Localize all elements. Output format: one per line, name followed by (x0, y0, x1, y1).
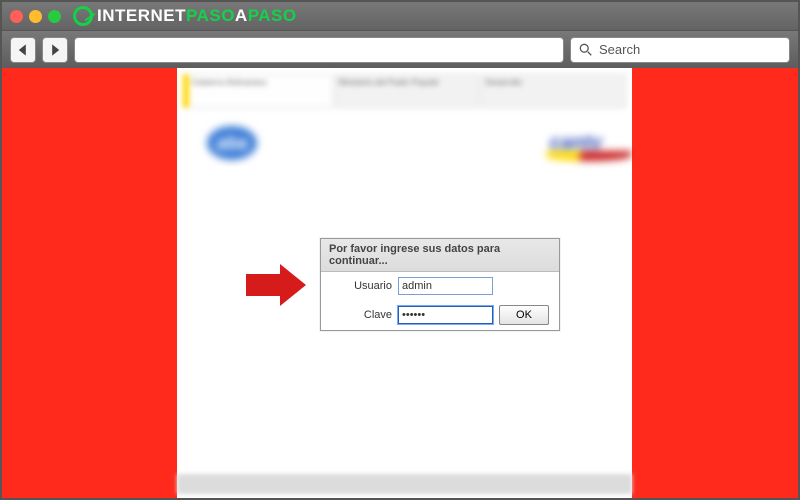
titlebar: INTERNETPASOAPASO (2, 2, 798, 30)
ok-button[interactable]: OK (499, 305, 549, 325)
cantv-logo: cantv (550, 132, 602, 155)
user-input[interactable] (398, 277, 493, 295)
maximize-icon[interactable] (48, 10, 61, 23)
password-input[interactable] (398, 306, 493, 324)
login-title: Por favor ingrese sus datos para continu… (321, 239, 559, 272)
back-button[interactable] (10, 37, 36, 63)
page-tab[interactable]: Gobierno Bolivariano (183, 74, 333, 108)
brand-text: INTERNETPASOAPASO (97, 6, 297, 26)
brand-ring-icon (73, 6, 93, 26)
search-placeholder: Search (599, 42, 640, 57)
status-bar (177, 474, 632, 494)
brand-logo: INTERNETPASOAPASO (73, 6, 297, 26)
address-bar[interactable] (74, 37, 564, 63)
login-row-user: Usuario (321, 272, 559, 300)
minimize-icon[interactable] (29, 10, 42, 23)
arrow-pointer-icon (246, 264, 306, 306)
login-row-password: Clave OK (321, 300, 559, 330)
aba-logo: aba (207, 126, 257, 160)
brand-part1: INTERNET (97, 6, 186, 25)
login-dialog: Por favor ingrese sus datos para continu… (320, 238, 560, 331)
user-label: Usuario (354, 280, 392, 292)
close-icon[interactable] (10, 10, 23, 23)
search-box[interactable]: Search (570, 37, 790, 63)
password-label: Clave (364, 309, 392, 321)
brand-part4: PASO (248, 6, 297, 25)
page-tabs: Gobierno Bolivariano Ministerio del Pode… (177, 68, 632, 108)
brand-part2: PASO (186, 6, 235, 25)
back-icon (16, 43, 30, 57)
viewport: Gobierno Bolivariano Ministerio del Pode… (2, 68, 798, 498)
search-icon (579, 43, 593, 57)
brand-part3: A (235, 6, 248, 25)
forward-icon (48, 43, 62, 57)
page-tab[interactable]: Ministerio del Poder Popular (335, 74, 480, 108)
browser-chrome: INTERNETPASOAPASO Search Gobierno Boliva… (0, 0, 800, 500)
forward-button[interactable] (42, 37, 68, 63)
toolbar: Search (2, 30, 798, 68)
page-tab[interactable]: Desarrollo (481, 74, 626, 108)
logos-row: aba cantv (177, 108, 632, 178)
